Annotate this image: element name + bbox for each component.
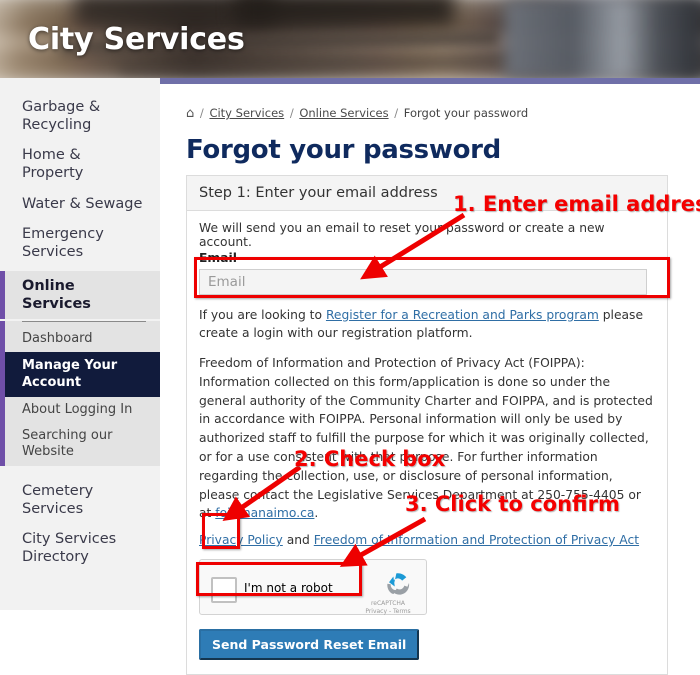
recaptcha-label: I'm not a robot <box>244 581 333 596</box>
breadcrumb-separator: / <box>199 106 204 120</box>
page-title: Forgot your password <box>186 135 501 165</box>
panel-step-header: Step 1: Enter your email address <box>187 176 667 211</box>
site-title: City Services <box>28 22 245 57</box>
panel-body: We will send you an email to reset your … <box>187 211 667 674</box>
breadcrumb-current-page: Forgot your password <box>403 106 529 120</box>
intro-text: We will send you an email to reset your … <box>199 221 605 249</box>
email-input[interactable] <box>199 269 647 295</box>
register-prefix: If you are looking to <box>199 308 326 322</box>
policy-links-row: Privacy Policy and Freedom of Informatio… <box>199 533 655 547</box>
sidebar-item-home-property[interactable]: Home & Property <box>0 140 160 188</box>
sidebar-navigation: Garbage & Recycling Home & Property Wate… <box>0 78 169 610</box>
send-password-reset-email-button[interactable]: Send Password Reset Email <box>199 629 420 661</box>
recaptcha-checkbox[interactable] <box>211 577 237 604</box>
breadcrumb-separator: / <box>289 106 294 120</box>
sidebar-divider <box>22 321 146 323</box>
forgot-password-panel: Step 1: Enter your email address We will… <box>186 175 668 675</box>
header-photo-shape-2 <box>235 0 455 26</box>
sidebar-item-city-services-directory[interactable]: City Services Directory <box>0 524 160 572</box>
sidebar-item-online-services[interactable]: Online Services <box>0 270 160 320</box>
main-content: ⌂ / City Services / Online Services / Fo… <box>160 84 700 675</box>
recaptcha-brand: reCAPTCHA <box>370 600 406 608</box>
recaptcha-widget[interactable]: I'm not a robot reCAPTCHA Privacy - Term… <box>199 559 427 615</box>
sidebar-item-manage-your-account[interactable]: Manage Your Account <box>5 352 169 397</box>
recaptcha-footer: reCAPTCHA Privacy - Terms <box>358 600 418 616</box>
links-conjunction: and <box>282 533 314 548</box>
register-paragraph: If you are looking to Register for a Rec… <box>199 306 655 343</box>
register-recreation-parks-link[interactable]: Register for a Recreation and Parks prog… <box>326 308 599 322</box>
home-icon[interactable]: ⌂ <box>186 106 194 121</box>
foi-email-link[interactable]: foi@nanaimo.ca <box>215 506 314 520</box>
sidebar-item-dashboard[interactable]: Dashboard <box>5 326 160 352</box>
breadcrumb-link-online-services[interactable]: Online Services <box>299 106 388 120</box>
breadcrumb-separator: / <box>394 106 399 120</box>
foippa-act-link[interactable]: Freedom of Information and Protection of… <box>314 533 639 547</box>
header-photo-shape-5 <box>505 0 700 78</box>
foippa-period: . <box>314 506 319 521</box>
foippa-paragraph: Freedom of Information and Protection of… <box>199 354 655 523</box>
sidebar-top-group: Garbage & Recycling Home & Property Wate… <box>0 78 160 267</box>
recaptcha-logo-icon <box>381 568 415 602</box>
sidebar-item-searching-our-website[interactable]: Searching our Website <box>5 423 160 466</box>
sidebar-item-about-logging-in[interactable]: About Logging In <box>5 397 160 423</box>
sidebar-item-emergency-services[interactable]: Emergency Services <box>0 219 160 267</box>
privacy-policy-link[interactable]: Privacy Policy <box>199 533 283 547</box>
breadcrumb: ⌂ / City Services / Online Services / Fo… <box>160 84 700 121</box>
sidebar-item-water-sewage[interactable]: Water & Sewage <box>0 189 160 219</box>
recaptcha-privacy-terms: Privacy - Terms <box>365 608 411 616</box>
sidebar-bottom-group: Cemetery Services City Services Director… <box>0 466 160 573</box>
site-header: City Services <box>0 0 700 78</box>
sidebar-item-garbage-recycling[interactable]: Garbage & Recycling <box>0 92 160 140</box>
sidebar-item-cemetery-services[interactable]: Cemetery Services <box>0 476 160 524</box>
breadcrumb-link-city-services[interactable]: City Services <box>209 106 284 120</box>
email-label: Email <box>199 251 237 265</box>
sidebar-subgroup-online-services: Dashboard Manage Your Account About Logg… <box>0 321 169 466</box>
foippa-body-text: Freedom of Information and Protection of… <box>199 355 653 521</box>
